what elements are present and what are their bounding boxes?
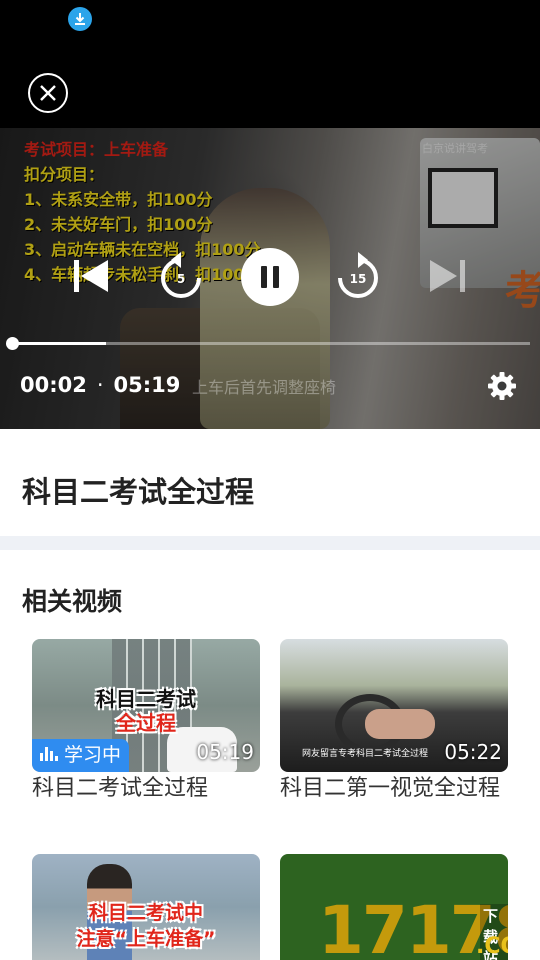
current-time: 00:02 xyxy=(20,373,87,397)
thumbnail-caption: 网友留言专考科目二考试全过程 xyxy=(302,749,429,759)
skip-previous-icon xyxy=(74,260,108,292)
section-divider xyxy=(0,536,540,550)
close-button[interactable] xyxy=(28,73,68,113)
video-thumbnail[interactable]: 科目二考试中 注意“上车准备” xyxy=(32,854,260,960)
gear-icon xyxy=(488,372,516,400)
time-display: 00:02 · 05:19 xyxy=(20,373,180,401)
related-videos-heading: 相关视频 xyxy=(22,587,123,616)
video-caption: 上车后首先调整座椅 xyxy=(192,378,337,397)
studying-badge: 学习中 xyxy=(32,739,130,772)
seek-thumb[interactable] xyxy=(6,337,19,350)
thumbnail-caption: 全过程 xyxy=(116,711,176,735)
skip-next-icon xyxy=(430,260,465,292)
watermark-domain: .COM xyxy=(476,934,508,959)
related-video-card[interactable]: 网友留言专考科目二考试全过程 05:22 科目二第一视觉全过程 xyxy=(280,639,508,802)
seek-bar-buffered xyxy=(12,342,106,345)
related-video-card[interactable]: 科目二考试 全过程 学习中 05:19 科目二考试全过程 xyxy=(32,639,260,802)
forward-seconds: 15 xyxy=(349,272,367,286)
thumbnail-caption: 科目二考试中 xyxy=(88,902,203,924)
forward-button[interactable]: 15 xyxy=(335,252,381,302)
previous-button[interactable] xyxy=(72,258,112,294)
rewind-button[interactable]: 5 xyxy=(158,252,204,302)
rewind-seconds: 5 xyxy=(176,272,186,286)
next-button[interactable] xyxy=(428,258,468,294)
total-duration: 05:19 xyxy=(113,373,181,397)
video-thumbnail[interactable]: 17178 下载站 .COM xyxy=(280,854,508,960)
video-title: 科目二考试全过程 xyxy=(22,475,255,509)
related-video-card[interactable]: 科目二考试中 注意“上车准备” xyxy=(32,854,260,960)
time-separator: · xyxy=(96,373,104,397)
related-video-card[interactable]: 17178 下载站 .COM xyxy=(280,854,508,960)
player-top-bar xyxy=(0,40,540,128)
thumbnail-caption: 注意“上车准备” xyxy=(76,928,216,950)
equalizer-icon xyxy=(40,747,58,761)
video-duration: 05:22 xyxy=(444,740,502,764)
status-bar xyxy=(0,0,540,40)
video-player[interactable]: 考 白京说讲驾考 考试项目：上车准备 扣分项目： 1、未系安全带，扣100分 2… xyxy=(0,128,540,429)
video-thumbnail[interactable]: 科目二考试 全过程 学习中 05:19 xyxy=(32,639,260,772)
pause-button[interactable] xyxy=(241,248,299,306)
pause-icon xyxy=(261,266,267,288)
close-icon xyxy=(40,85,56,101)
related-video-title[interactable]: 科目二第一视觉全过程 xyxy=(280,776,508,802)
related-video-title[interactable]: 科目二考试全过程 xyxy=(32,776,260,802)
video-duration: 05:19 xyxy=(196,740,254,764)
studying-badge-label: 学习中 xyxy=(64,744,122,766)
download-icon xyxy=(68,7,92,31)
video-thumbnail[interactable]: 网友留言专考科目二考试全过程 05:22 xyxy=(280,639,508,772)
settings-button[interactable] xyxy=(487,371,517,401)
